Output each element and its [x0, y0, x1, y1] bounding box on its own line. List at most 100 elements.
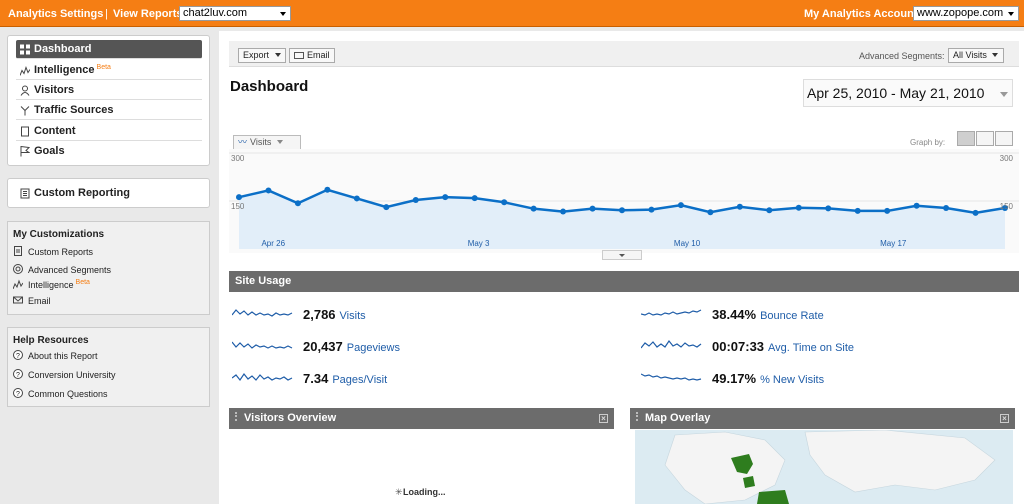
metric-selector[interactable]: 〰 Visits [233, 135, 301, 150]
data-point [825, 205, 832, 212]
data-point [412, 197, 419, 204]
data-point [766, 207, 773, 214]
view-reports-label: View Reports: [113, 8, 187, 20]
data-point [884, 207, 891, 214]
sparkline [641, 373, 702, 381]
export-button[interactable]: Export [238, 48, 286, 63]
data-point [236, 194, 242, 201]
metric-label-link[interactable]: Visits [340, 310, 366, 322]
conversion-university-link[interactable]: ? Conversion University [13, 369, 116, 380]
help-icon: ? [13, 388, 23, 398]
email-label: Email [307, 50, 330, 60]
data-point [913, 202, 920, 209]
metric-label-link[interactable]: % New Visits [760, 374, 824, 386]
nav-item-custom-reporting[interactable]: Custom Reporting [16, 184, 202, 203]
advanced-segments-link[interactable]: Advanced Segments [13, 264, 111, 275]
visits-chart: 300 150 300 150 Apr 26 May 3 May 10 May 17 [229, 149, 1019, 253]
nav-item-goals[interactable]: Goals [16, 142, 202, 161]
custom-reports-link[interactable]: Custom Reports [13, 246, 93, 257]
chevron-down-icon [1000, 92, 1008, 97]
site-usage-metric: 20,437 Pageviews [303, 339, 400, 354]
site-usage-metric: 38.44% Bounce Rate [712, 307, 824, 322]
nav-item-traffic-sources[interactable]: Traffic Sources [16, 101, 202, 120]
help-title: Help Resources [13, 335, 89, 346]
main-nav: Dashboard Intelligence Beta Visitors Traf… [7, 35, 210, 166]
nav-item-visitors[interactable]: Visitors [16, 81, 202, 100]
data-point [442, 194, 449, 201]
chevron-down-icon [276, 140, 283, 144]
common-questions-link[interactable]: ? Common Questions [13, 388, 108, 399]
view-reports-select[interactable]: chat2luv.com [179, 6, 291, 21]
intelligence-label: Intelligence [28, 280, 74, 290]
world-map[interactable] [635, 430, 1013, 504]
nav-label: Intelligence Beta [34, 64, 111, 76]
drag-handle-icon[interactable] [235, 412, 240, 421]
metric-label-link[interactable]: Avg. Time on Site [768, 342, 854, 354]
email-label: Email [28, 296, 51, 306]
view-reports-value: chat2luv.com [183, 7, 247, 19]
data-point [383, 204, 390, 211]
metric-value: 20,437 [303, 339, 343, 354]
about-report-link[interactable]: ? About this Report [13, 350, 98, 361]
close-icon[interactable]: × [1000, 414, 1009, 423]
svg-text:?: ? [16, 391, 20, 398]
nav-item-dashboard[interactable]: Dashboard [16, 40, 202, 59]
metric-label-link[interactable]: Pages/Visit [332, 374, 387, 386]
customizations-title: My Customizations [13, 229, 105, 240]
data-point [294, 200, 301, 207]
data-point [589, 205, 596, 212]
sparkline [232, 309, 293, 317]
data-point [265, 187, 272, 194]
customizations-box: My Customizations Custom Reports Advance… [7, 221, 210, 315]
data-point [501, 199, 508, 206]
sparkline-path [232, 309, 293, 317]
collapse-chart-handle[interactable] [602, 250, 642, 260]
nav-item-intelligence[interactable]: Intelligence Beta [16, 61, 202, 80]
x-tick-label: Apr 26 [261, 239, 285, 248]
email-icon [13, 296, 23, 304]
email-icon [294, 52, 304, 59]
report-icon [20, 188, 30, 199]
x-tick-label: May 3 [468, 239, 490, 248]
graph-by-day-button[interactable] [957, 131, 975, 146]
graph-by-month-button[interactable] [995, 131, 1013, 146]
main-panel: Export Email Advanced Segments: All Visi… [219, 31, 1024, 504]
map-region-highlight [743, 476, 755, 488]
svg-text:?: ? [16, 353, 20, 360]
conversion-university-label: Conversion University [28, 370, 116, 380]
accounts-value: www.zopope.com [917, 7, 1004, 19]
data-point [854, 207, 861, 214]
metric-label-link[interactable]: Pageviews [347, 342, 400, 354]
page-title: Dashboard [230, 78, 309, 95]
help-box: Help Resources ? About this Report ? Conve… [7, 327, 210, 407]
data-point [707, 209, 714, 216]
nav-label: Dashboard [34, 43, 92, 55]
accounts-select[interactable]: www.zopope.com [913, 6, 1019, 21]
sparkline [232, 372, 293, 382]
nav-item-content[interactable]: Content [16, 122, 202, 141]
date-range-picker[interactable]: Apr 25, 2010 - May 21, 2010 [803, 79, 1013, 107]
data-point [943, 205, 950, 212]
intelligence-link[interactable]: Intelligence Beta [13, 279, 90, 290]
sparkline-path [232, 341, 293, 349]
help-icon: ? [13, 369, 23, 379]
data-point [795, 204, 802, 211]
close-icon[interactable]: × [599, 414, 608, 423]
data-point [530, 205, 537, 212]
drag-handle-icon[interactable] [636, 412, 641, 421]
visitors-overview-header: Visitors Overview × [229, 408, 614, 429]
metric-label-link[interactable]: Bounce Rate [760, 310, 824, 322]
advanced-segments-label: Advanced Segments [28, 265, 112, 275]
email-link[interactable]: Email [13, 295, 51, 306]
y-tick-label: 150 [231, 202, 245, 211]
nav-label: Content [34, 125, 76, 137]
email-button[interactable]: Email [289, 48, 335, 63]
data-point [324, 186, 331, 193]
segments-icon [13, 264, 23, 274]
graph-by-week-button[interactable] [976, 131, 994, 146]
analytics-settings-link[interactable]: Analytics Settings [8, 8, 103, 20]
segments-label: Advanced Segments: [859, 51, 945, 61]
flag-icon [20, 146, 30, 157]
nav-label-text: Intelligence [34, 64, 95, 76]
segments-select[interactable]: All Visits [948, 48, 1004, 63]
